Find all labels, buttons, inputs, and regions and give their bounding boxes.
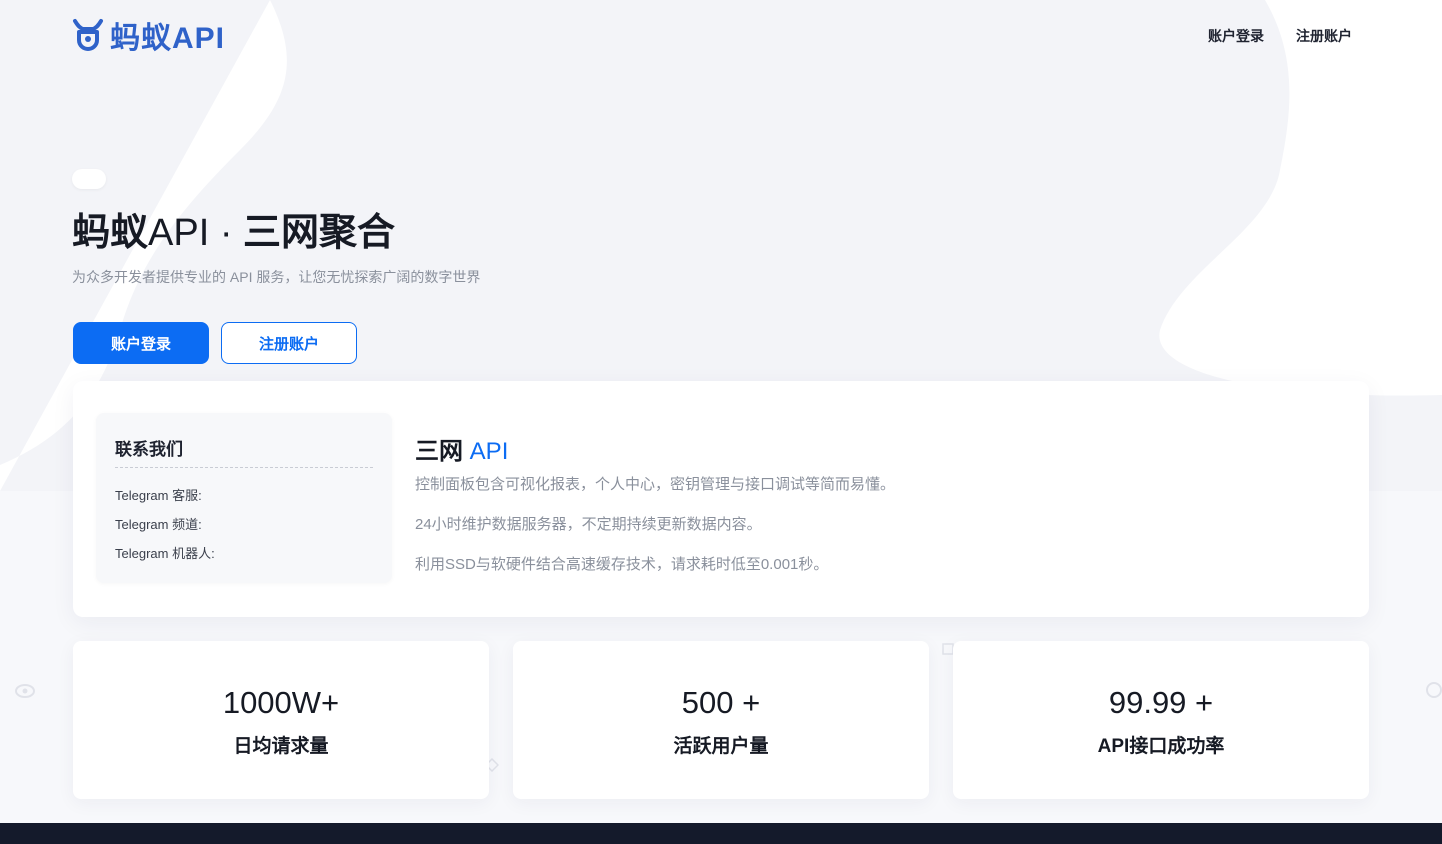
- hero-title: 蚂蚁API · 三网聚合: [72, 208, 395, 258]
- stat-label: API接口成功率: [1097, 736, 1225, 757]
- contact-divider: [115, 467, 373, 468]
- feature-line: 利用SSD与软硬件结合高速缓存技术，请求耗时低至0.001秒。: [415, 556, 829, 573]
- eye-decoration-icon: [15, 684, 35, 698]
- contact-telegram-channel[interactable]: Telegram 频道:: [115, 516, 215, 545]
- info-card: 联系我们 Telegram 客服: Telegram 频道: Telegram …: [73, 381, 1369, 617]
- feature-line: 24小时维护数据服务器，不定期持续更新数据内容。: [415, 516, 762, 533]
- feature-line: 控制面板包含可视化报表，个人中心，密钥管理与接口调试等简而易懂。: [415, 476, 896, 493]
- contact-telegram-bot[interactable]: Telegram 机器人:: [115, 545, 215, 574]
- stat-value: 99.99 +: [1108, 685, 1214, 720]
- hero-title-api: API ·: [148, 212, 244, 254]
- stat-value: 500 +: [681, 685, 761, 720]
- stat-label: 活跃用户量: [673, 736, 769, 757]
- contact-panel: 联系我们 Telegram 客服: Telegram 频道: Telegram …: [96, 413, 392, 583]
- hero-title-brand: 蚂蚁: [72, 212, 149, 254]
- feature-title: 三网 API: [415, 431, 508, 466]
- feature-list: 控制面板包含可视化报表，个人中心，密钥管理与接口调试等简而易懂。 24小时维护数…: [415, 475, 895, 595]
- ant-logo-icon: [73, 19, 103, 51]
- stat-card-daily-requests: 1000W+ 日均请求量: [73, 641, 489, 799]
- logo-text: 蚂蚁API: [110, 22, 226, 55]
- stat-value: 1000W+: [222, 685, 340, 720]
- contact-title: 联系我们: [115, 440, 183, 459]
- contact-list: Telegram 客服: Telegram 频道: Telegram 机器人:: [115, 487, 215, 574]
- top-nav: 账户登录 注册账户: [1208, 26, 1352, 46]
- stat-card-success-rate: 99.99 + API接口成功率: [953, 641, 1369, 799]
- hero-pill-badge: [72, 169, 106, 189]
- register-button[interactable]: 注册账户: [221, 322, 357, 364]
- landing-page: 蚂蚁API 账户登录 注册账户 蚂蚁API · 三网聚合 为众多开发者提供专业的…: [0, 0, 1442, 844]
- footer-bar: [0, 823, 1442, 844]
- feature-title-main: 三网: [415, 438, 463, 465]
- hero-title-tagline: 三网聚合: [243, 212, 396, 254]
- hero-subtitle: 为众多开发者提供专业的 API 服务，让您无忧探索广阔的数字世界: [72, 269, 481, 285]
- stat-label: 日均请求量: [233, 736, 329, 757]
- stat-card-active-users: 500 + 活跃用户量: [513, 641, 929, 799]
- logo[interactable]: 蚂蚁API: [72, 17, 225, 55]
- contact-telegram-support[interactable]: Telegram 客服:: [115, 487, 215, 516]
- nav-login-link[interactable]: 账户登录: [1208, 26, 1264, 46]
- nav-register-link[interactable]: 注册账户: [1296, 26, 1352, 46]
- circle-decoration-icon: [1426, 682, 1442, 698]
- login-button[interactable]: 账户登录: [73, 322, 209, 364]
- feature-title-accent: API: [469, 438, 509, 465]
